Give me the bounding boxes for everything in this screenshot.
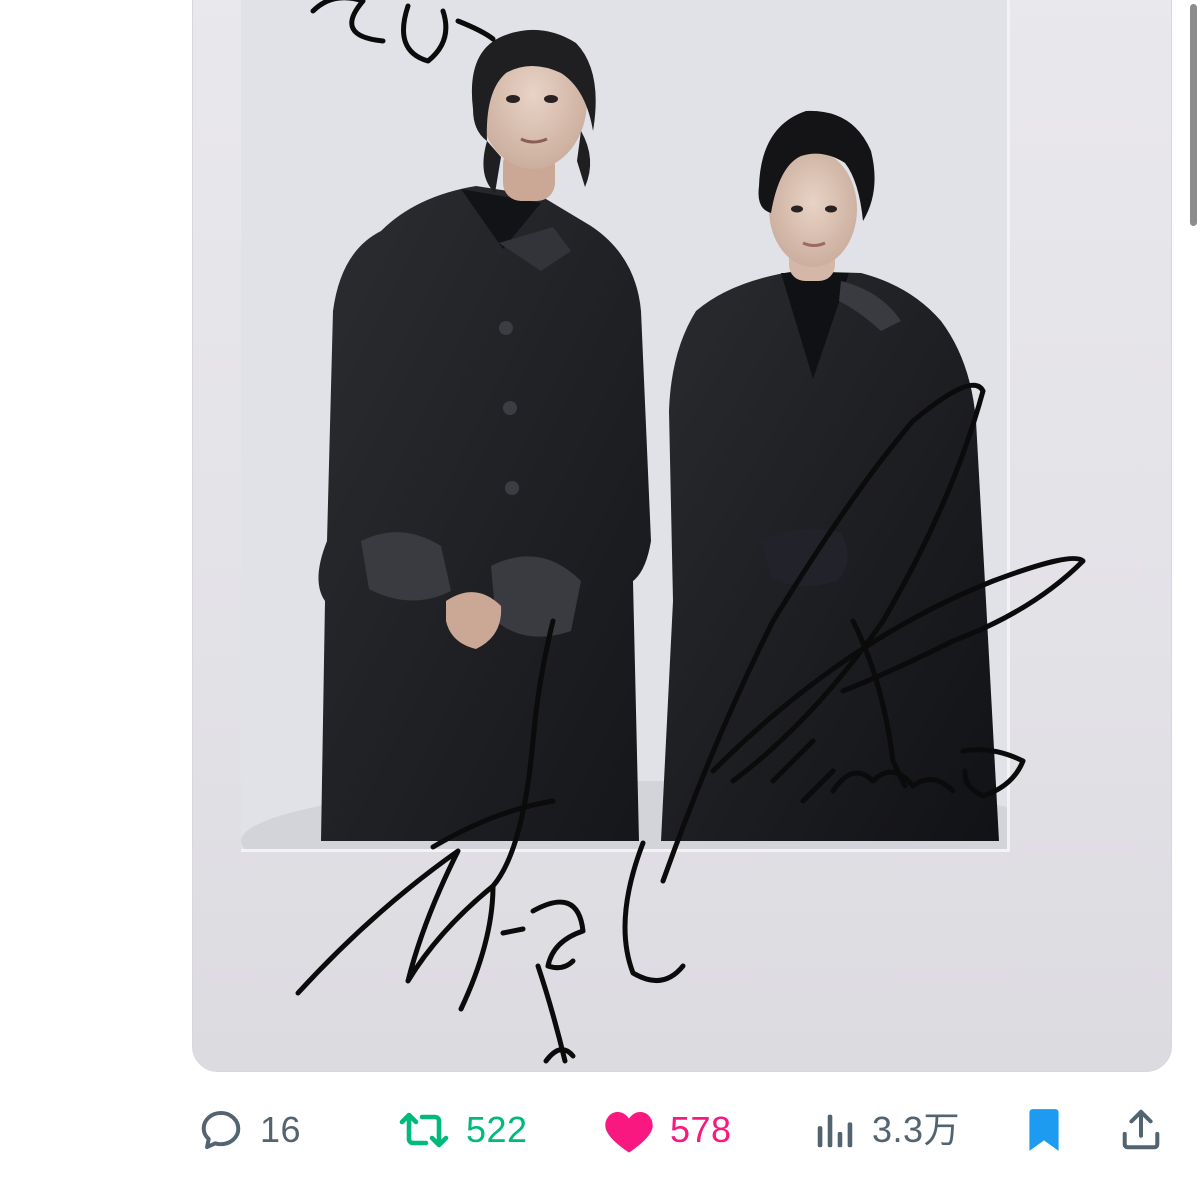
retweet-count: 522 — [466, 1109, 528, 1150]
retweet-button[interactable]: 522 — [396, 1098, 528, 1162]
views-count: 3.3万 — [872, 1109, 961, 1150]
photo-scene — [241, 0, 1007, 849]
analytics-icon — [812, 1107, 858, 1153]
views-button[interactable]: 3.3万 — [812, 1098, 960, 1162]
tweet-media-photo[interactable] — [192, 0, 1172, 1072]
retweet-icon — [396, 1105, 452, 1155]
scrollbar-thumb[interactable] — [1190, 4, 1197, 226]
reply-button[interactable]: 16 — [196, 1098, 301, 1162]
like-count: 578 — [670, 1109, 732, 1150]
scrollbar[interactable] — [1186, 0, 1200, 240]
like-button[interactable]: 578 — [602, 1098, 732, 1162]
bookmark-button[interactable] — [1022, 1098, 1066, 1162]
tweet-action-bar: 16 522 578 3.3万 — [190, 1098, 1180, 1162]
photo-image-area — [241, 0, 1010, 852]
share-button[interactable] — [1118, 1098, 1164, 1162]
reply-count: 16 — [260, 1109, 302, 1150]
share-icon — [1118, 1105, 1164, 1155]
reply-icon — [196, 1105, 246, 1155]
heart-icon — [602, 1105, 656, 1155]
tweet-detail-page: 16 522 578 3.3万 — [0, 0, 1200, 1200]
bookmark-icon — [1022, 1105, 1066, 1155]
